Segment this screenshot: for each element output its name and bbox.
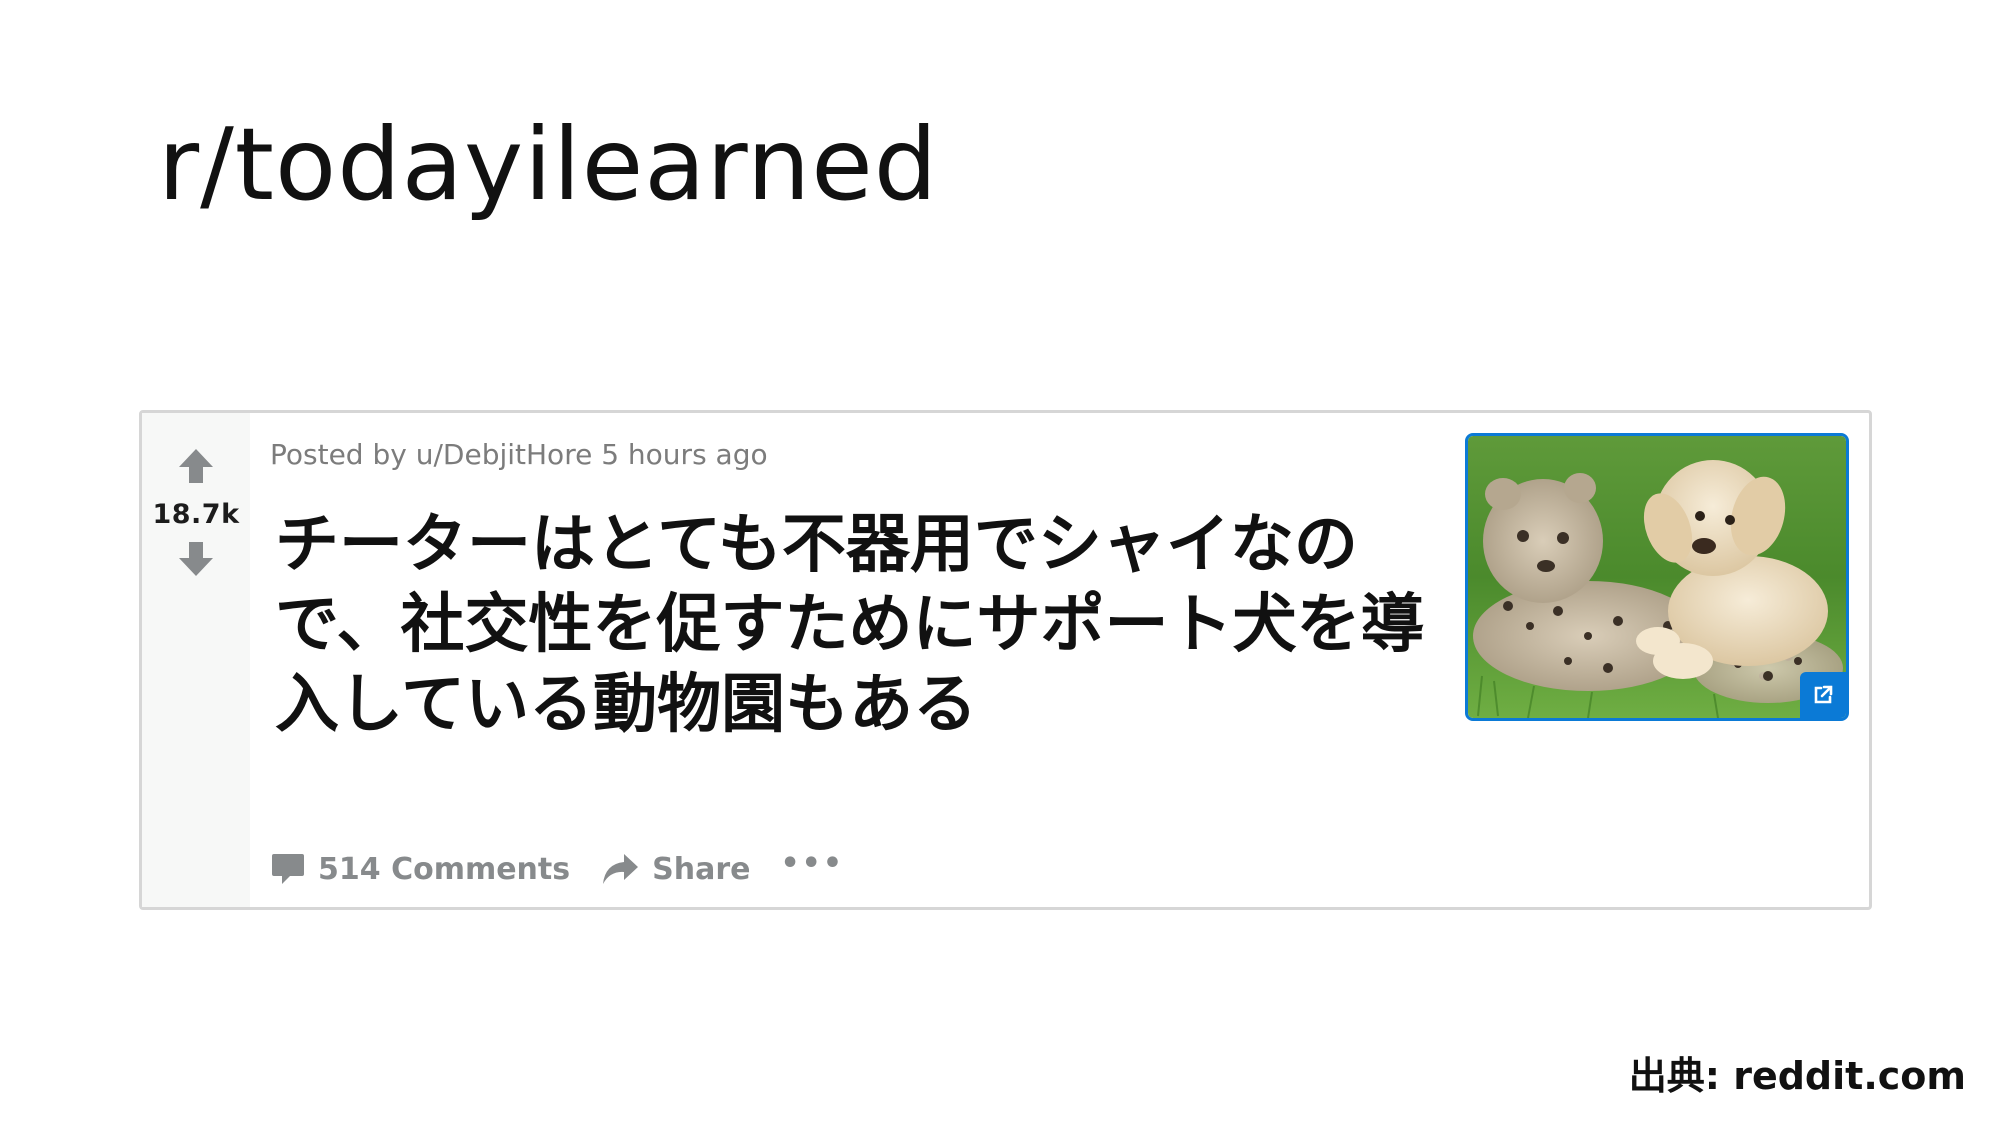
arrow-up-icon[interactable] — [176, 445, 216, 487]
vote-score: 18.7k — [152, 499, 240, 530]
post-meta: Posted by u/DebjitHore 5 hours ago — [270, 438, 768, 471]
comments-button[interactable]: 514 Comments — [270, 851, 570, 887]
comments-label: 514 Comments — [318, 851, 571, 887]
external-link-button[interactable] — [1800, 672, 1846, 718]
share-label: Share — [652, 851, 751, 887]
share-arrow-icon — [603, 854, 639, 884]
post-body: Posted by u/DebjitHore 5 hours ago チーターは… — [250, 413, 1869, 907]
source-credit: 出典: reddit.com — [1628, 1054, 1966, 1098]
subreddit-title: r/todayilearned — [158, 106, 939, 223]
post-thumbnail[interactable] — [1465, 433, 1849, 721]
slide: r/todayilearned 18.7k Posted by u/Debjit… — [0, 0, 2000, 1125]
post-title[interactable]: チーターはとても不器用でシャイなので、社交性を促すためにサポート犬を導入している… — [275, 505, 1425, 745]
arrow-down-icon[interactable] — [176, 538, 216, 580]
vote-rail: 18.7k — [142, 413, 250, 907]
external-link-icon — [1814, 685, 1833, 704]
comment-bubble-icon — [272, 854, 304, 884]
share-button[interactable]: Share — [600, 852, 750, 887]
cheetah-and-puppy-image — [1468, 436, 1846, 718]
post-card[interactable]: 18.7k Posted by u/DebjitHore 5 hours ago… — [139, 410, 1872, 910]
more-options-button[interactable]: ••• — [780, 846, 844, 881]
post-actions: 514 Comments Share ••• — [270, 846, 844, 887]
